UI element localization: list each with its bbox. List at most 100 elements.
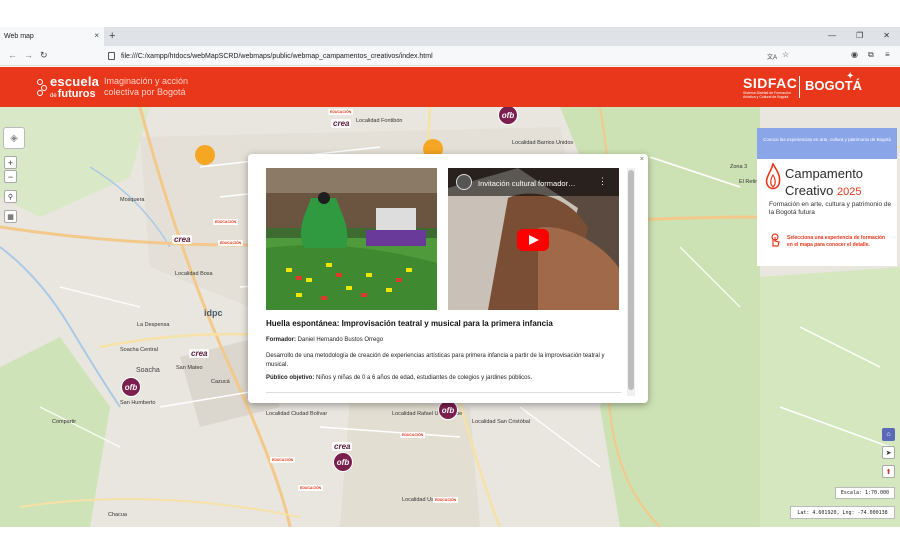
- crea-marker[interactable]: crea: [332, 442, 353, 451]
- video-title[interactable]: Invitación cultural formador…: [478, 179, 598, 188]
- top-margin: [0, 0, 900, 27]
- popup-scrollbar[interactable]: [627, 168, 635, 396]
- window-controls: — ❐ ✕: [828, 31, 890, 40]
- crea-marker[interactable]: crea: [331, 119, 352, 128]
- play-icon[interactable]: [517, 229, 549, 251]
- site-header: escuela defuturos Imaginación y acción c…: [0, 67, 900, 107]
- file-icon: [108, 52, 115, 60]
- panel-subtitle: Formación en arte, cultura y patrimonio …: [769, 201, 892, 216]
- video-menu-icon[interactable]: ⋮: [598, 176, 607, 187]
- crea-marker[interactable]: crea: [189, 349, 210, 358]
- scrollbar-thumb[interactable]: [628, 170, 634, 390]
- map-label-ciudad-bolivar: Localidad Ciudad Bolívar: [266, 411, 328, 417]
- new-tab-button[interactable]: +: [109, 30, 115, 42]
- header-tagline: Imaginación y acción colectiva por Bogot…: [104, 76, 189, 97]
- map-label-barrios-unidos: Localidad Barrios Unidos: [512, 140, 574, 146]
- map-label-san-humberto: San Humberto: [120, 400, 156, 406]
- map-label-san-mateo: San Mateo: [176, 365, 203, 371]
- publico-objetivo-line: Público objetivo: Niños y niñas de 0 a 6…: [266, 375, 533, 381]
- educacion-marker[interactable]: EDUCACIÓN: [218, 240, 244, 246]
- compass-icon: ⬆: [885, 468, 892, 476]
- grid-button[interactable]: ▦: [4, 210, 17, 223]
- location-pin-button[interactable]: ⚲: [4, 190, 17, 203]
- channel-avatar[interactable]: [456, 174, 472, 190]
- grid-icon: ▦: [7, 213, 14, 221]
- educacion-marker[interactable]: EDUCACIÓN: [328, 109, 354, 115]
- maximize-button[interactable]: ❐: [856, 31, 863, 40]
- layers-button[interactable]: ◈: [3, 127, 25, 149]
- forward-button[interactable]: →: [24, 50, 33, 60]
- crea-marker[interactable]: crea: [172, 235, 193, 244]
- layers-icon: ◈: [10, 132, 18, 144]
- zoom-out-button[interactable]: −: [4, 170, 17, 183]
- header-divider: [799, 76, 800, 98]
- navigation-arrow-icon: ➤: [885, 449, 892, 457]
- coordinate-readout: Lat: 4.601920, Lng: -74.000138: [790, 506, 895, 519]
- navigate-button[interactable]: ➤: [882, 446, 895, 459]
- minimize-button[interactable]: —: [828, 31, 836, 40]
- tab-strip: Web map × + — ❐ ✕: [0, 27, 900, 46]
- browser-tab[interactable]: Web map ×: [0, 27, 104, 46]
- sidfac-logo: SIDFAC: [743, 75, 798, 91]
- tab-close-icon[interactable]: ×: [94, 32, 99, 40]
- navigation-bar: ← → ↻ file:///C:/xampp/htdocs/webMapSCRD…: [0, 46, 900, 66]
- tap-hand-icon: [771, 233, 780, 247]
- logo-futuros: defuturos: [50, 88, 96, 100]
- experience-description: Desarrollo de una metodología de creació…: [266, 353, 605, 368]
- popup-close-button[interactable]: ×: [640, 156, 644, 163]
- address-bar[interactable]: file:///C:/xampp/htdocs/webMapSCRD/webma…: [104, 49, 804, 63]
- ofb-marker[interactable]: ofb: [333, 452, 353, 472]
- popup-content: Invitación cultural formador… ⋮ Huella e…: [266, 168, 626, 393]
- bookmark-star-icon[interactable]: ☆: [782, 50, 789, 59]
- tab-title: Web map: [4, 33, 34, 40]
- educacion-marker[interactable]: EDUCACIÓN: [433, 497, 459, 503]
- experience-title: Huella espontánea: Improvisación teatral…: [266, 319, 553, 328]
- idpc-marker[interactable]: idpc: [204, 308, 223, 318]
- map-label-fontibon: Localidad Fontibón: [356, 118, 403, 124]
- experience-popup: × Invitación cultural formador… ⋮ Huella…: [248, 154, 648, 403]
- map-label-la-despensa: La Despensa: [137, 322, 170, 328]
- browser-window: Web map × + — ❐ ✕ ← → ↻ file:///C:/xampp…: [0, 0, 900, 553]
- educacion-marker[interactable]: EDUCACIÓN: [270, 457, 296, 463]
- photo-graphic: [266, 168, 437, 310]
- browser-menu-icon[interactable]: ≡: [885, 50, 890, 59]
- compass-button[interactable]: ⬆: [882, 465, 895, 478]
- map-label-compartir: Compartir: [52, 419, 77, 425]
- url-text: file:///C:/xampp/htdocs/webMapSCRD/webma…: [121, 52, 433, 60]
- pin-icon: ⚲: [7, 193, 14, 201]
- zoom-in-button[interactable]: +: [4, 156, 17, 169]
- profile-icon[interactable]: ◉: [851, 50, 858, 59]
- panel-title-line2: Creativo 2025: [785, 183, 862, 198]
- formador-line: Formador: Daniel Hernando Bustos Orrego: [266, 337, 384, 343]
- map-label-soacha: Soacha: [136, 367, 160, 374]
- map-label-bosa: Localidad Bosa: [175, 271, 213, 277]
- star-icon: ✦: [846, 71, 855, 82]
- extensions-icon[interactable]: ⧉: [868, 50, 874, 60]
- home-icon: ⌂: [886, 431, 891, 438]
- educacion-marker[interactable]: EDUCACIÓN: [298, 485, 324, 491]
- popup-divider: [266, 392, 621, 393]
- map-label-zona3: Zona 3: [730, 164, 748, 170]
- panel-hint: Selecciona una experiencia de formación …: [787, 235, 886, 248]
- experience-photo: [266, 168, 437, 310]
- bottom-margin: [0, 527, 900, 553]
- panel-banner: Conoce las experiencias en arte, cultura…: [757, 128, 897, 159]
- ofb-marker[interactable]: ofb: [121, 377, 141, 397]
- translate-icon[interactable]: 文A: [767, 52, 777, 61]
- back-button[interactable]: ←: [8, 50, 17, 60]
- ofb-marker[interactable]: ofb: [438, 400, 458, 420]
- educacion-marker[interactable]: EDUCACIÓN: [400, 432, 426, 438]
- escuela-logo-icon: [37, 77, 51, 97]
- educacion-marker[interactable]: EDUCACIÓN: [213, 219, 239, 225]
- flame-icon: [765, 163, 781, 190]
- video-embed[interactable]: Invitación cultural formador… ⋮: [448, 168, 619, 310]
- logo-escuela: escuela: [50, 74, 100, 89]
- home-button[interactable]: ⌂: [882, 428, 895, 441]
- map-label-cazuca: Cazucá: [211, 379, 230, 385]
- close-window-button[interactable]: ✕: [883, 31, 890, 40]
- map-label-soacha-central: Soacha Central: [120, 347, 158, 353]
- reload-button[interactable]: ↻: [40, 50, 48, 60]
- panel-title-line1: Campamento: [785, 166, 864, 181]
- map-label-chacua: Chacua: [108, 512, 127, 518]
- sidfac-subtitle: Sistema Distrital de Formación Artística…: [743, 91, 791, 99]
